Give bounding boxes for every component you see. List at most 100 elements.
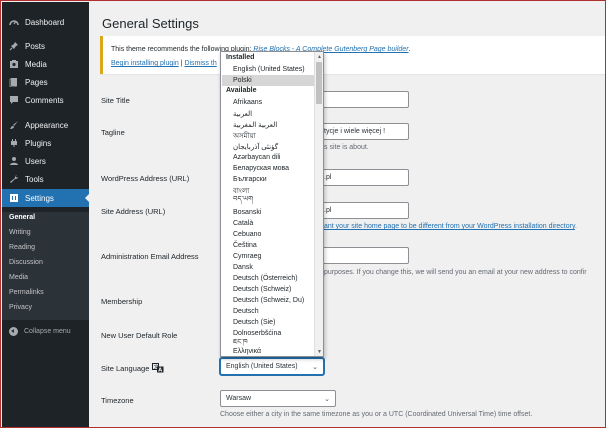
collapse-menu-button[interactable]: Collapse menu [2, 324, 89, 338]
language-option[interactable]: Afrikaans [222, 97, 314, 108]
language-option[interactable]: Deutsch (Sie) [222, 317, 314, 328]
submenu-item-writing[interactable]: Writing [9, 229, 31, 236]
language-option[interactable]: Dansk [222, 262, 314, 273]
default-role-label: New User Default Role [101, 331, 178, 340]
language-option-selected[interactable]: Polski [222, 75, 314, 86]
sidebar-item-plugins[interactable]: Plugins [2, 134, 89, 152]
site-title-label: Site Title [101, 96, 130, 105]
sidebar-item-label: Comments [25, 95, 64, 105]
wordpress-address-input[interactable]: .pl [315, 169, 409, 186]
pin-icon [8, 40, 20, 52]
wordpress-address-label: WordPress Address (URL) [101, 174, 190, 183]
sidebar-item-tools[interactable]: Tools [2, 170, 89, 188]
sidebar-item-comments[interactable]: Comments [2, 91, 89, 109]
comment-icon [8, 94, 20, 106]
submenu-item-permalinks[interactable]: Permalinks [9, 289, 44, 296]
scroll-down-icon[interactable]: ▼ [316, 348, 323, 355]
brush-icon [8, 119, 20, 131]
sidebar-item-users[interactable]: Users [2, 152, 89, 170]
submenu-item-privacy[interactable]: Privacy [9, 304, 32, 311]
site-language-value: English (United States) [226, 363, 298, 370]
dropdown-scrollbar[interactable]: ▲ ▼ [314, 52, 323, 356]
tagline-description: s site is about. [324, 144, 369, 151]
language-option[interactable]: Беларуская мова [222, 163, 314, 174]
wrench-icon [8, 173, 20, 185]
language-option[interactable]: Deutsch [222, 306, 314, 317]
sidebar-item-media[interactable]: Media [2, 55, 89, 73]
site-address-description: ant your site home page to be different … [324, 223, 577, 230]
language-option[interactable]: অসমীয়া [222, 130, 314, 141]
submenu-item-media[interactable]: Media [9, 274, 28, 281]
timezone-label: Timezone [101, 396, 134, 405]
submenu-item-reading[interactable]: Reading [9, 244, 35, 251]
translation-icon: 文 A [152, 363, 164, 374]
sidebar-item-label: Posts [25, 41, 46, 51]
tagline-input[interactable]: ystycje i wiele więcej ! [315, 123, 409, 140]
scroll-up-icon[interactable]: ▲ [316, 53, 323, 60]
sidebar-item-label: Media [25, 59, 47, 69]
language-option[interactable]: বাংলা [222, 185, 314, 196]
site-address-label: Site Address (URL) [101, 207, 166, 216]
sidebar-item-pages[interactable]: Pages [2, 73, 89, 91]
chevron-down-icon: ⌄ [324, 395, 330, 403]
admin-email-description: purposes. If you change this, we will se… [324, 269, 587, 276]
submenu-item-discussion[interactable]: Discussion [9, 259, 43, 266]
install-plugin-link[interactable]: Begin installing plugin [111, 60, 179, 67]
language-option[interactable]: Deutsch (Schweiz, Du) [222, 295, 314, 306]
language-option[interactable]: العربية المغربية [222, 119, 314, 130]
plugin-icon [8, 137, 20, 149]
language-option[interactable]: گؤنئی آذربایجان [222, 141, 314, 152]
settings-icon [8, 192, 20, 204]
user-icon [8, 155, 20, 167]
site-address-input[interactable]: .pl [315, 202, 409, 219]
scroll-thumb[interactable] [316, 62, 322, 104]
language-dropdown-list[interactable]: Installed English (United States) Polski… [220, 51, 324, 357]
language-option[interactable]: Bosanski [222, 207, 314, 218]
language-option[interactable]: བོད་ཡིག [222, 196, 314, 207]
admin-email-input[interactable] [315, 247, 409, 264]
language-option[interactable]: Deutsch (Österreich) [222, 273, 314, 284]
language-option[interactable]: Català [222, 218, 314, 229]
sidebar-item-label: Settings [25, 193, 54, 203]
language-option[interactable]: Ελληνικά [222, 346, 314, 356]
sidebar-item-label: Pages [25, 77, 48, 87]
dismiss-notice-link[interactable]: Dismiss th [184, 60, 216, 67]
language-option[interactable]: Dolnoserbšćina [222, 328, 314, 339]
submenu-item-general[interactable]: General [9, 214, 35, 221]
sidebar-item-dashboard[interactable]: Dashboard [2, 13, 89, 31]
page-title: General Settings [102, 16, 199, 31]
language-option[interactable]: Azərbaycan dili [222, 152, 314, 163]
site-language-select[interactable]: English (United States) ⌄ [220, 358, 324, 375]
sidebar-item-appearance[interactable]: Appearance [2, 116, 89, 134]
media-icon [8, 58, 20, 70]
notice-actions: Begin installing plugin | Dismiss th [111, 60, 217, 67]
settings-submenu: General Writing Reading Discussion Media… [2, 212, 89, 320]
site-title-input[interactable] [315, 91, 409, 108]
membership-label: Membership [101, 297, 143, 306]
tagline-label: Tagline [101, 128, 125, 137]
collapse-icon [9, 326, 18, 336]
timezone-select[interactable]: Warsaw ⌄ [220, 390, 336, 407]
sidebar-item-label: Dashboard [25, 17, 65, 27]
installed-group-label: Installed [226, 54, 255, 61]
timezone-value: Warsaw [226, 395, 252, 402]
collapse-label: Collapse menu [24, 327, 71, 335]
svg-text:A: A [158, 368, 162, 373]
language-option[interactable]: Cymraeg [222, 251, 314, 262]
sidebar-item-posts[interactable]: Posts [2, 37, 89, 55]
sidebar-item-label: Plugins [25, 138, 52, 148]
language-option[interactable]: English (United States) [222, 64, 314, 75]
language-option[interactable]: Cebuano [222, 229, 314, 240]
plugin-notice: This theme recommends the following plug… [100, 36, 605, 74]
sidebar-item-settings[interactable]: Settings [2, 189, 89, 207]
admin-email-label: Administration Email Address [101, 252, 199, 261]
sidebar-item-label: Users [25, 156, 46, 166]
language-option[interactable]: Български [222, 174, 314, 185]
site-address-desc-end: . [574, 223, 577, 230]
site-address-help-link[interactable]: ant your site home page to be different … [324, 223, 575, 230]
language-option[interactable]: Čeština [222, 240, 314, 251]
site-language-label: Site Language [101, 364, 150, 373]
notice-period: . [408, 46, 411, 53]
language-option[interactable]: العربية [222, 108, 314, 119]
language-option[interactable]: Deutsch (Schweiz) [222, 284, 314, 295]
